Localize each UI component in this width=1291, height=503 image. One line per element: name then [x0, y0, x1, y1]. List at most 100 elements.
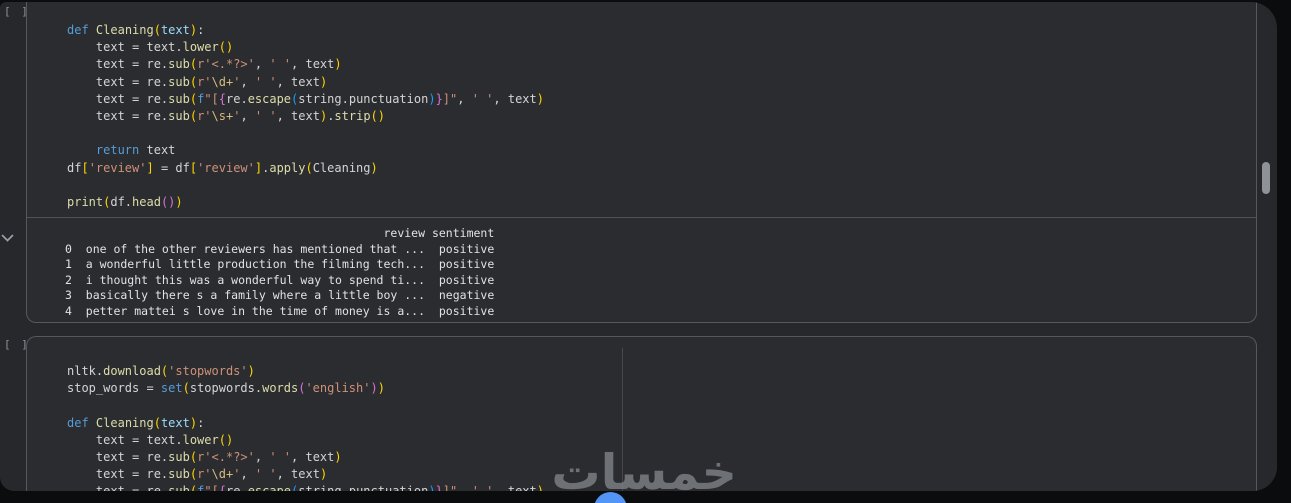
code-token: def — [67, 23, 89, 37]
code-token: ' ' — [269, 449, 292, 464]
code-token: Cleaning — [95, 415, 154, 430]
code-token: text = text. — [67, 432, 183, 447]
code-token: ) — [537, 484, 544, 491]
code-token: , text — [276, 108, 320, 123]
code-cell-1[interactable]: def Cleaning(text): text = text.lower() … — [26, 2, 1257, 323]
code-line: stop_words = set(stopwords.words('englis… — [67, 380, 1256, 397]
code-token: lower — [182, 432, 219, 447]
code-token: ' ' — [269, 57, 292, 72]
cell-output-area: review sentiment 0 one of the other revie… — [27, 218, 1256, 322]
scrollbar-thumb[interactable] — [1262, 162, 1270, 194]
code-token: : — [197, 23, 205, 37]
code-line: nltk.download('stopwords') — [67, 363, 1256, 380]
code-token: ) — [377, 381, 385, 396]
output-line: 3 basically there s a family where a lit… — [65, 288, 495, 303]
code-token: escape — [248, 484, 291, 491]
code-token: ( — [189, 108, 198, 123]
code-token: ( — [153, 415, 161, 430]
code-token: ]" — [443, 484, 457, 491]
code-token: ) — [536, 91, 544, 106]
code-token: r' — [197, 74, 212, 89]
code-token: lower — [182, 40, 219, 55]
code-line: text = text.lower() — [67, 39, 1256, 56]
output-line: 2 i thought this was a wonderful way to … — [65, 272, 495, 287]
code-token: ( — [182, 381, 190, 396]
code-token: 'review' — [197, 160, 255, 175]
code-line: def Cleaning(text): — [67, 415, 1256, 432]
code-token: text = re. — [67, 484, 168, 491]
notebook-panel: [ ] def Cleaning(text): text = text.lowe… — [0, 2, 1277, 491]
code-token: text = re. — [67, 91, 169, 106]
code-token: sub — [168, 467, 190, 482]
code-token: sub — [168, 484, 190, 491]
code-token: nltk. — [67, 364, 104, 378]
code-token: , — [240, 108, 255, 123]
code-token: df — [67, 160, 82, 175]
code-token: ) — [175, 194, 183, 209]
code-token: set — [160, 381, 183, 396]
code-token: ' ' — [254, 467, 277, 482]
code-token: () — [160, 194, 176, 209]
code-token: ( — [189, 57, 198, 72]
code-token: sub — [168, 91, 190, 106]
code-token: 'stopwords' — [168, 364, 248, 378]
code-token: , text — [276, 467, 320, 482]
code-token: ) — [319, 74, 328, 89]
code-token: ) — [189, 415, 198, 430]
code-token: df. — [110, 194, 133, 209]
code-token: ( — [305, 160, 313, 175]
code-token: , text — [291, 57, 335, 72]
code-token: () — [218, 40, 234, 55]
code-token: stopwords. — [189, 381, 263, 396]
code-editor-1[interactable]: def Cleaning(text): text = text.lower() … — [27, 2, 1256, 211]
code-token: strip — [334, 108, 371, 123]
code-token: , text — [493, 91, 537, 106]
code-token: text = re. — [67, 449, 169, 464]
khamsat-watermark: خمسات — [551, 444, 737, 501]
code-token: stop_words = — [67, 381, 161, 396]
code-token: ) — [247, 364, 255, 378]
code-token: , — [240, 74, 255, 89]
code-token: Cleaning — [312, 160, 371, 175]
code-token: head — [132, 194, 161, 209]
code-token: text = text. — [67, 40, 183, 55]
code-token: ' ' — [254, 108, 277, 123]
output-line: 1 a wonderful little production the film… — [65, 257, 495, 272]
code-token: re. — [226, 91, 248, 106]
code-line: text = re.sub(r'\s+', ' ', text).strip() — [67, 108, 1256, 125]
output-line: 0 one of the other reviewers has mention… — [65, 241, 495, 256]
code-token: \s+ — [211, 108, 234, 123]
code-token: string.punctuation — [298, 91, 429, 106]
code-token: r' — [197, 108, 212, 123]
code-token: , text — [276, 74, 320, 89]
code-token: ) — [370, 381, 378, 396]
code-token: : — [197, 415, 205, 430]
code-token: "[ — [204, 484, 218, 491]
code-token: ' ' — [254, 74, 277, 89]
code-token: () — [370, 108, 385, 123]
code-token: ) — [428, 484, 435, 491]
code-token: ( — [190, 484, 197, 491]
output-line: review sentiment — [65, 226, 495, 240]
code-token: ' ' — [472, 484, 494, 491]
code-token: return — [95, 143, 140, 158]
output-line: 4 petter mattei s love in the time of mo… — [65, 303, 495, 318]
code-token: sub — [168, 57, 190, 72]
code-line: df['review'] = df['review'].apply(Cleani… — [67, 160, 1256, 177]
code-token: ' ' — [471, 91, 494, 106]
code-token: ( — [153, 23, 161, 37]
code-line: text = re.sub(r'<.*?>', ' ', text) — [67, 56, 1256, 73]
code-token: ( — [189, 467, 198, 482]
chevron-down-icon[interactable] — [1, 228, 15, 242]
code-token: \d+ — [211, 467, 234, 482]
code-token: print — [67, 194, 104, 209]
code-token: ) — [370, 160, 378, 175]
code-token: sub — [168, 108, 190, 123]
code-token: ] — [146, 160, 154, 175]
code-token: , — [240, 467, 255, 482]
code-token: } — [436, 484, 443, 491]
